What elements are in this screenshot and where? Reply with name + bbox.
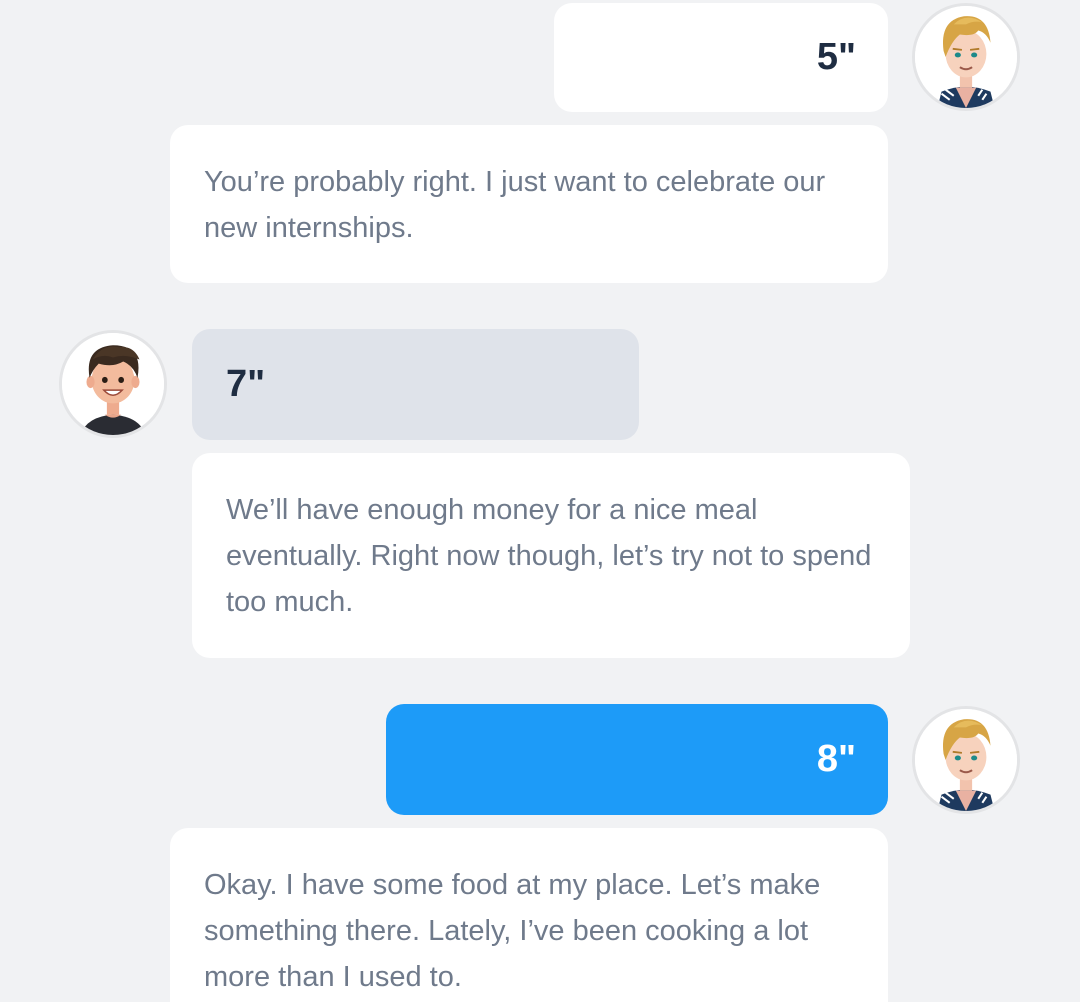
message-text: Okay. I have some food at my place. Let’… [204, 869, 821, 993]
message-text: You’re probably right. I just want to ce… [204, 166, 826, 244]
audio-duration: 8" [816, 738, 856, 780]
blond-boy-avatar-icon [912, 3, 1020, 111]
text-message-bubble: We’ll have enough money for a nice meal … [192, 453, 910, 658]
blond-boy-avatar-icon [912, 706, 1020, 814]
text-message-bubble: Okay. I have some food at my place. Let’… [170, 828, 888, 1002]
audio-duration: 7" [226, 363, 266, 405]
dark-haired-boy-avatar-icon [59, 330, 167, 438]
audio-message-bubble[interactable]: 5" [554, 3, 888, 112]
message-text: We’ll have enough money for a nice meal … [226, 494, 872, 618]
text-message-bubble: You’re probably right. I just want to ce… [170, 125, 888, 283]
chat-conversation: 5" You’re probably right. I just want to… [0, 0, 1080, 1002]
audio-message-bubble[interactable]: 7" [192, 329, 639, 440]
audio-duration: 5" [816, 36, 856, 78]
audio-message-bubble-selected[interactable]: 8" [386, 704, 888, 815]
